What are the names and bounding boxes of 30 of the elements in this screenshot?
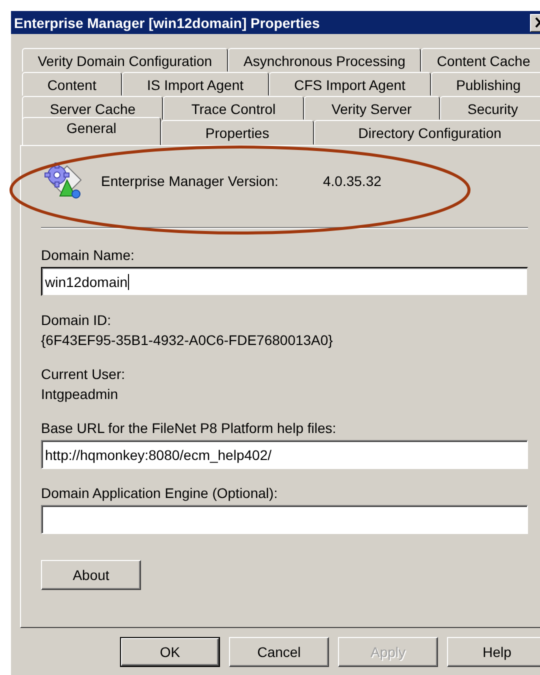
tab[interactable]: Content [22, 72, 122, 96]
input-field[interactable]: win12domain [41, 267, 528, 296]
field-label: Domain Name: [41, 246, 134, 265]
dialog-button[interactable]: OK [120, 637, 220, 667]
field-label: Base URL for the FileNet P8 Platform help files: [41, 419, 336, 438]
input-field[interactable] [41, 505, 528, 534]
tab[interactable]: Verity Server [304, 96, 440, 120]
tab[interactable]: Trace Control [163, 96, 304, 120]
field-label: Domain ID: [41, 311, 112, 330]
dialog-button[interactable]: Help [447, 637, 540, 667]
tab[interactable]: Asynchronous Processing [228, 48, 422, 72]
tab[interactable]: CFS Import Agent [268, 72, 431, 96]
field-label: Current User: [41, 365, 126, 384]
dialog-button[interactable]: Cancel [229, 637, 329, 667]
tab[interactable]: Properties [160, 120, 314, 145]
version-value: 4.0.35.32 [323, 173, 382, 189]
tab[interactable]: Directory Configuration [314, 120, 540, 145]
version-label: Enterprise Manager Version: [101, 173, 280, 189]
window-title: Enterprise Manager [win12domain] Properties [14, 14, 320, 30]
field-label: Domain Application Engine (Optional): [41, 484, 278, 503]
tab[interactable]: Verity Domain Configuration [22, 48, 228, 72]
input-field[interactable]: http://hqmonkey:8080/ecm_help402/ [41, 440, 528, 469]
about-button[interactable]: About [41, 560, 141, 590]
tab[interactable]: Publishing [430, 72, 540, 96]
field-value: Intgpeadmin [41, 385, 118, 404]
field-value: {6F43EF95-35B1-4932-A0C6-FDE7680013A0} [41, 331, 333, 350]
tab[interactable]: IS Import Agent [122, 72, 269, 96]
tab[interactable]: Content Cache [421, 48, 540, 72]
tab[interactable]: Security [440, 96, 540, 120]
tab[interactable]: General [22, 117, 161, 145]
